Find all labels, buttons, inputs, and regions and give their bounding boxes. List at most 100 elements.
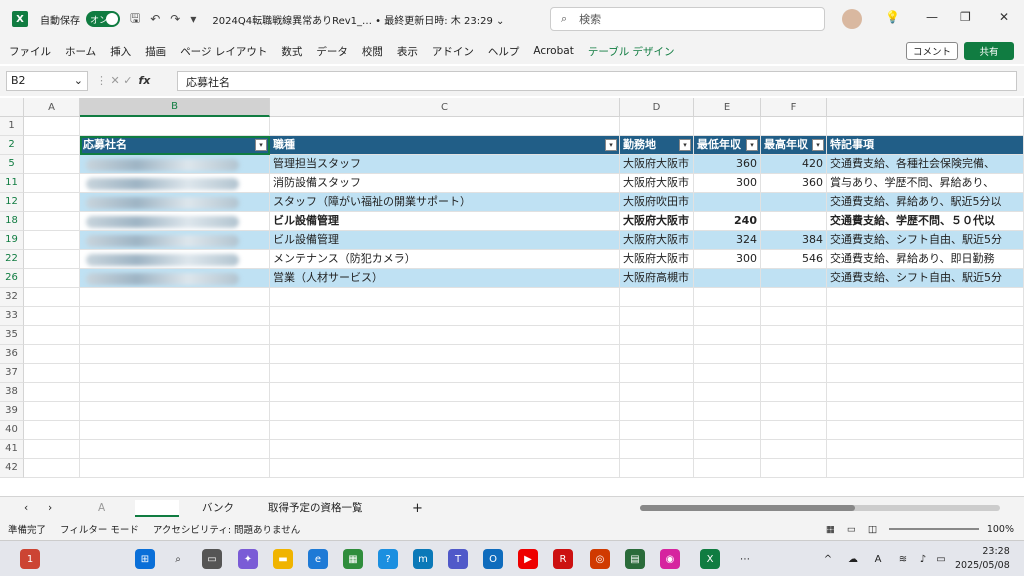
empty-cell[interactable] [761, 383, 827, 402]
company-cell-redacted[interactable] [80, 174, 270, 193]
table-cell-note[interactable]: 交通費支給、昇給あり、即日勤務 [827, 250, 1024, 269]
empty-cell[interactable] [827, 440, 1024, 459]
empty-cell[interactable] [80, 345, 270, 364]
empty-cell[interactable] [620, 402, 694, 421]
empty-cell[interactable] [24, 364, 80, 383]
filter-dropdown-icon[interactable]: ▾ [812, 139, 824, 151]
sheet-tab-1[interactable]: A [92, 500, 111, 517]
table-cell-min[interactable]: 360 [694, 155, 761, 174]
company-cell-redacted[interactable] [80, 231, 270, 250]
sheet-tab-bank[interactable]: バンク [196, 500, 240, 517]
row-header[interactable]: 22 [0, 250, 24, 269]
col-header-g[interactable] [827, 98, 1024, 117]
empty-cell[interactable] [620, 459, 694, 478]
empty-cell[interactable] [761, 326, 827, 345]
empty-cell[interactable] [827, 459, 1024, 478]
empty-cell[interactable] [24, 250, 80, 269]
volume-icon[interactable]: ♪ [913, 549, 933, 569]
empty-cell[interactable] [270, 117, 620, 136]
table-cell-place[interactable]: 大阪府大阪市 [620, 231, 694, 250]
company-cell-redacted[interactable] [80, 193, 270, 212]
tab-review[interactable]: 校閲 [362, 44, 383, 59]
empty-cell[interactable] [761, 307, 827, 326]
table-cell-place[interactable]: 大阪府大阪市 [620, 250, 694, 269]
empty-cell[interactable] [270, 364, 620, 383]
empty-cell[interactable] [270, 383, 620, 402]
table-cell-min[interactable]: 300 [694, 174, 761, 193]
copilot-icon[interactable]: ✦ [238, 549, 258, 569]
company-cell-redacted[interactable] [80, 250, 270, 269]
empty-cell[interactable] [694, 459, 761, 478]
empty-cell[interactable] [620, 421, 694, 440]
rakuten-icon[interactable]: R [553, 549, 573, 569]
col-header-c[interactable]: C [270, 98, 620, 117]
widgets-icon[interactable]: 1 [20, 549, 40, 569]
ime-icon[interactable]: A [868, 549, 888, 569]
table-cell-title[interactable]: 営業（人材サービス） [270, 269, 620, 288]
table-header-cell[interactable]: 応募社名 ▾ [80, 136, 270, 155]
row-header[interactable]: 18 [0, 212, 24, 231]
empty-cell[interactable] [620, 307, 694, 326]
sheet-tab-active[interactable] [135, 500, 179, 517]
company-cell-redacted[interactable] [80, 155, 270, 174]
col-header-a[interactable]: A [24, 98, 80, 117]
formula-input[interactable]: 応募社名 [177, 71, 1017, 91]
col-header-e[interactable]: E [694, 98, 761, 117]
minimize-icon[interactable]: — [926, 10, 938, 24]
tab-draw[interactable]: 描画 [145, 44, 166, 59]
scrollbar-thumb[interactable] [640, 505, 855, 511]
empty-cell[interactable] [827, 345, 1024, 364]
autosave-toggle[interactable]: オン [86, 11, 120, 27]
col-header-f[interactable]: F [761, 98, 827, 117]
row-header[interactable]: 39 [0, 402, 24, 421]
app2-icon[interactable]: ◎ [590, 549, 610, 569]
tab-formulas[interactable]: 数式 [281, 44, 302, 59]
empty-cell[interactable] [827, 383, 1024, 402]
table-cell-title[interactable]: スタッフ（障がい福祉の開業サポート） [270, 193, 620, 212]
table-cell-max[interactable] [761, 212, 827, 231]
empty-cell[interactable] [24, 383, 80, 402]
instagram-icon[interactable]: ◉ [660, 549, 680, 569]
empty-cell[interactable] [694, 307, 761, 326]
start-icon[interactable]: ⊞ [135, 549, 155, 569]
empty-cell[interactable] [270, 345, 620, 364]
empty-cell[interactable] [761, 117, 827, 136]
task-view-icon[interactable]: ▭ [202, 549, 222, 569]
table-header-cell[interactable]: 職種 ▾ [270, 136, 620, 155]
table-cell-min[interactable]: 300 [694, 250, 761, 269]
empty-cell[interactable] [827, 288, 1024, 307]
tab-view[interactable]: 表示 [397, 44, 418, 59]
cloud-icon[interactable]: ☁ [843, 549, 863, 569]
empty-cell[interactable] [827, 402, 1024, 421]
table-cell-note[interactable]: 賞与あり、学歴不問、昇給あり、 [827, 174, 1024, 193]
empty-cell[interactable] [694, 364, 761, 383]
tab-data[interactable]: データ [316, 44, 348, 59]
row-header[interactable]: 36 [0, 345, 24, 364]
scroll-left-icon[interactable]: ‹ [18, 500, 34, 517]
close-icon[interactable]: ✕ [999, 10, 1009, 24]
row-header[interactable]: 2 [0, 136, 24, 155]
table-cell-place[interactable]: 大阪府大阪市 [620, 174, 694, 193]
clock[interactable]: 23:28 2025/05/08 [955, 545, 1010, 573]
row-header[interactable]: 11 [0, 174, 24, 193]
row-header[interactable]: 38 [0, 383, 24, 402]
empty-cell[interactable] [24, 136, 80, 155]
empty-cell[interactable] [24, 288, 80, 307]
empty-cell[interactable] [761, 288, 827, 307]
empty-cell[interactable] [80, 288, 270, 307]
empty-cell[interactable] [827, 307, 1024, 326]
edge-icon[interactable]: e [308, 549, 328, 569]
empty-cell[interactable] [694, 402, 761, 421]
row-header[interactable]: 42 [0, 459, 24, 478]
table-cell-title[interactable]: 管理担当スタッフ [270, 155, 620, 174]
empty-cell[interactable] [827, 421, 1024, 440]
scroll-right-icon[interactable]: › [42, 500, 58, 517]
table-cell-note[interactable]: 交通費支給、シフト自由、駅近5分 [827, 269, 1024, 288]
empty-cell[interactable] [827, 364, 1024, 383]
app3-icon[interactable]: ▤ [625, 549, 645, 569]
empty-cell[interactable] [620, 364, 694, 383]
explorer-icon[interactable]: ▬ [273, 549, 293, 569]
empty-cell[interactable] [761, 402, 827, 421]
empty-cell[interactable] [24, 212, 80, 231]
row-header[interactable]: 19 [0, 231, 24, 250]
